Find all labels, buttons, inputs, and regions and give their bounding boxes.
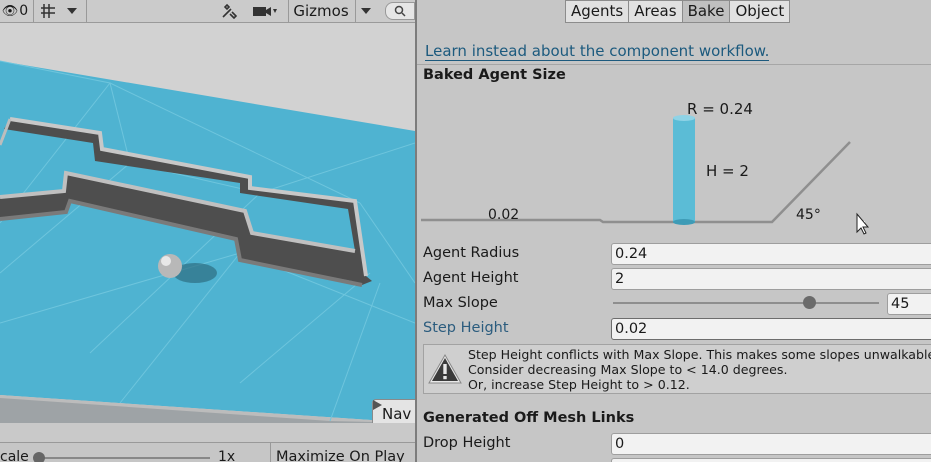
scene-viewport[interactable]: Nav <box>0 23 415 423</box>
navmesh-scene-render <box>0 60 415 423</box>
slope-diagram-label: 45° <box>796 207 821 223</box>
maximize-on-play-toggle[interactable]: Maximize On Play <box>276 449 405 462</box>
game-view-toolbar: cale 1x Maximize On Play <box>0 442 415 462</box>
grid-icon <box>41 4 55 18</box>
navmesh-overlay-label: Nav <box>382 405 412 423</box>
scale-slider-thumb[interactable] <box>33 452 45 462</box>
tab-areas[interactable]: Areas <box>629 0 683 23</box>
navigation-tabs: Agents Areas Bake Object <box>565 0 791 23</box>
chevron-down-icon <box>360 8 371 14</box>
warning-line: Step Height conflicts with Max Slope. Th… <box>468 347 931 362</box>
scene-toolbar: 👁︎ 0 Gizmos <box>0 0 415 23</box>
navigation-inspector-panel: Agents Areas Bake Object Learn instead a… <box>415 0 931 462</box>
tab-bake[interactable]: Bake <box>682 0 731 23</box>
component-workflow-link[interactable]: Learn instead about the component workfl… <box>425 42 770 61</box>
tools-icon <box>222 3 237 19</box>
off-mesh-links-title: Generated Off Mesh Links <box>423 410 635 426</box>
tab-agents[interactable]: Agents <box>565 0 630 23</box>
divider <box>417 64 931 65</box>
gizmos-dropdown[interactable] <box>355 0 375 22</box>
gizmos-label: Gizmos <box>293 2 349 20</box>
max-slope-field[interactable]: 45 <box>887 293 931 315</box>
grid-dropdown[interactable] <box>62 0 82 22</box>
warning-line: Consider decreasing Max Slope to < 14.0 … <box>468 362 788 377</box>
hidden-count: 0 <box>19 3 29 19</box>
agent-height-field[interactable]: 2 <box>611 268 931 290</box>
agent-cylinder <box>673 118 695 222</box>
drop-height-label: Drop Height <box>423 435 511 451</box>
grid-toggle-button[interactable] <box>36 0 60 22</box>
play-triangle-icon <box>373 400 382 410</box>
step-height-label: Step Height <box>423 320 509 336</box>
max-slope-slider-thumb[interactable] <box>803 296 817 309</box>
step-diagram-label: 0.02 <box>488 207 520 223</box>
agent-radius-label: Agent Radius <box>423 245 520 261</box>
scale-label: cale <box>0 449 29 462</box>
max-slope-label: Max Slope <box>423 295 498 311</box>
step-height-warning-box: Step Height conflicts with Max Slope. Th… <box>423 344 931 394</box>
camera-button[interactable] <box>246 0 284 22</box>
chevron-down-icon <box>67 8 77 14</box>
warning-icon <box>428 353 462 384</box>
step-height-field[interactable]: 0.02 <box>611 318 931 340</box>
tab-object[interactable]: Object <box>730 0 791 23</box>
drop-height-field[interactable]: 0 <box>611 433 931 455</box>
baked-agent-size-title: Baked Agent Size <box>423 67 566 83</box>
camera-icon <box>253 7 277 16</box>
warning-message: Step Height conflicts with Max Slope. Th… <box>468 347 931 392</box>
max-slope-slider-track[interactable] <box>613 302 879 304</box>
gizmos-button[interactable]: Gizmos <box>290 0 352 22</box>
radius-diagram-label: R = 0.24 <box>687 100 753 118</box>
agent-radius-field[interactable]: 0.24 <box>611 243 931 265</box>
scale-slider-track[interactable] <box>38 457 210 459</box>
scale-value: 1x <box>218 449 236 462</box>
mouse-cursor-icon <box>856 212 870 235</box>
next-field[interactable] <box>611 458 931 462</box>
warning-line: Or, increase Step Height to > 0.12. <box>468 377 690 392</box>
scene-search-input[interactable] <box>385 2 415 20</box>
visibility-toggle[interactable]: 👁︎ 0 <box>0 0 30 22</box>
agent-height-label: Agent Height <box>423 270 519 286</box>
tools-button[interactable] <box>216 0 242 22</box>
navmesh-display-overlay-button[interactable]: Nav <box>372 399 415 423</box>
search-icon <box>394 5 406 17</box>
eye-slash-icon: 👁︎ <box>1 3 19 19</box>
ground-profile <box>421 141 851 224</box>
height-diagram-label: H = 2 <box>706 162 749 180</box>
agent-capsule <box>158 254 182 278</box>
scene-view[interactable]: 👁︎ 0 Gizmos Nav cale 1x Maximize On Play <box>0 0 415 462</box>
